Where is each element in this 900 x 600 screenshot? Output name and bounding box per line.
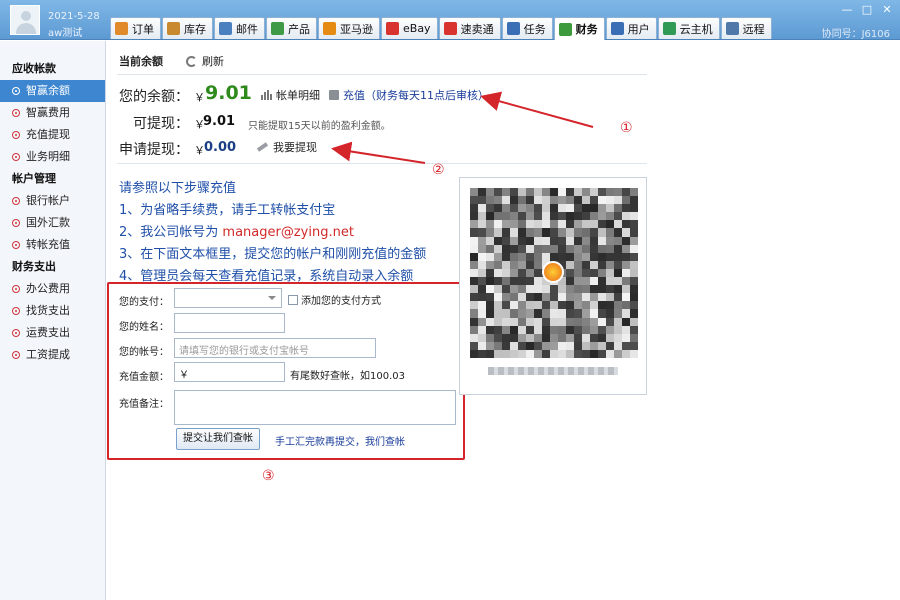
sidebar: 应收帐款 智赢余额 智赢费用 充值提现 业务明细 帐户管理 银行帐户 国外汇款 …: [0, 41, 106, 600]
sidebar-item-label: 智赢余额: [26, 84, 70, 97]
tab-label: eBay: [403, 22, 431, 35]
mail-icon: [219, 22, 232, 35]
tab-amazon[interactable]: 亚马逊: [318, 17, 380, 39]
minimize-button[interactable]: —: [840, 3, 854, 16]
sidebar-section-accounts: 帐户管理: [12, 172, 56, 185]
sidebar-item-label: 业务明细: [26, 150, 70, 163]
tab-label: 任务: [523, 22, 546, 36]
account-id: 协同号：J6106: [821, 29, 890, 40]
bullet-icon: [12, 87, 20, 95]
tab-remote[interactable]: 远程: [720, 17, 772, 39]
header-date: 2021-5-28: [48, 11, 100, 22]
sidebar-item-label: 找货支出: [26, 304, 70, 317]
sidebar-item-label: 办公费用: [26, 282, 70, 295]
amazon-icon: [323, 22, 336, 35]
main-tabs: 订单 库存 邮件 产品 亚马逊 eBay 速卖通 任务 财务 用户 云主机 远程: [110, 17, 773, 40]
sidebar-item-shipping-expense[interactable]: 运费支出: [0, 322, 105, 344]
sidebar-item-balance[interactable]: 智赢余额: [0, 80, 105, 102]
order-icon: [115, 22, 128, 35]
sidebar-item-transfer-recharge[interactable]: 转帐充值: [0, 234, 105, 256]
tab-inventory[interactable]: 库存: [162, 17, 213, 39]
tab-aliexpress[interactable]: 速卖通: [438, 17, 501, 39]
finance-icon: [558, 22, 572, 36]
tab-finance[interactable]: 财务: [553, 17, 605, 40]
tab-order[interactable]: 订单: [110, 17, 161, 39]
tab-task[interactable]: 任务: [501, 17, 553, 39]
bullet-icon: [12, 109, 20, 117]
tab-label: 速卖通: [460, 22, 494, 36]
sidebar-item-label: 银行帐户: [26, 194, 70, 207]
aliexpress-icon: [443, 22, 457, 35]
tab-label: 库存: [184, 22, 206, 36]
sidebar-section-expenses: 财务支出: [12, 260, 56, 273]
maximize-button[interactable]: □: [860, 3, 874, 16]
product-icon: [271, 22, 284, 35]
tab-user[interactable]: 用户: [605, 17, 657, 39]
bullet-icon: [12, 197, 20, 205]
main-panel: 当前余额 刷新 您的余额： ￥ 9.01 帐单明细 充值（财务每天11点后审核）…: [107, 41, 900, 600]
tab-label: 产品: [288, 22, 310, 36]
avatar[interactable]: [10, 5, 40, 35]
sidebar-item-label: 工资提成: [26, 348, 70, 361]
tab-label: 订单: [132, 22, 154, 36]
tab-ebay[interactable]: eBay: [381, 17, 438, 39]
ebay-icon: [386, 22, 399, 35]
sidebar-section-receivables: 应收帐款: [12, 62, 56, 75]
window-controls: — □ ✕: [840, 3, 894, 16]
annotation-arrows: [331, 91, 594, 164]
bullet-icon: [12, 219, 20, 227]
cloud-host-icon: [662, 22, 676, 35]
bullet-icon: [12, 307, 20, 315]
bullet-icon: [12, 351, 20, 359]
bullet-icon: [12, 131, 20, 139]
tab-label: 邮件: [236, 22, 258, 36]
tab-label: 财务: [575, 23, 598, 36]
sidebar-item-salary-commission[interactable]: 工资提成: [0, 344, 105, 366]
sidebar-item-recharge-withdraw[interactable]: 充值提现: [0, 124, 105, 146]
sidebar-item-label: 智赢费用: [26, 106, 70, 119]
inventory-icon: [167, 22, 180, 35]
sidebar-item-label: 运费支出: [26, 326, 70, 339]
bullet-icon: [12, 285, 20, 293]
tab-cloud-host[interactable]: 云主机: [657, 17, 720, 39]
app-header: 2021-5-28 aw测试 订单 库存 邮件 产品 亚马逊 eBay 速卖通 任务 财务 用户 云…: [0, 0, 900, 40]
tab-label: 用户: [627, 22, 650, 36]
tab-label: 远程: [742, 22, 765, 36]
arrow-2: [331, 141, 426, 164]
bullet-icon: [12, 153, 20, 161]
sidebar-item-business-detail[interactable]: 业务明细: [0, 146, 105, 168]
sidebar-item-fees[interactable]: 智赢费用: [0, 102, 105, 124]
bullet-icon: [12, 241, 20, 249]
sidebar-item-office-expense[interactable]: 办公费用: [0, 278, 105, 300]
sidebar-item-sourcing-expense[interactable]: 找货支出: [0, 300, 105, 322]
task-icon: [506, 22, 520, 35]
annotation-3: ③: [262, 468, 275, 484]
arrow-1: [480, 91, 594, 128]
sidebar-item-foreign-remittance[interactable]: 国外汇款: [0, 212, 105, 234]
remote-icon: [725, 22, 739, 35]
sidebar-item-label: 国外汇款: [26, 216, 70, 229]
tab-label: 亚马逊: [340, 22, 373, 36]
sidebar-item-bank-account[interactable]: 银行帐户: [0, 190, 105, 212]
annotation-2: ②: [432, 162, 445, 178]
tab-label: 云主机: [679, 22, 713, 36]
close-button[interactable]: ✕: [880, 3, 894, 16]
user-icon: [610, 22, 624, 35]
tab-product[interactable]: 产品: [266, 17, 317, 39]
bullet-icon: [12, 329, 20, 337]
sidebar-item-label: 充值提现: [26, 128, 70, 141]
tab-mail[interactable]: 邮件: [214, 17, 265, 39]
annotation-1: ①: [620, 120, 633, 136]
header-username: aw测试: [48, 28, 83, 39]
sidebar-item-label: 转帐充值: [26, 238, 70, 251]
